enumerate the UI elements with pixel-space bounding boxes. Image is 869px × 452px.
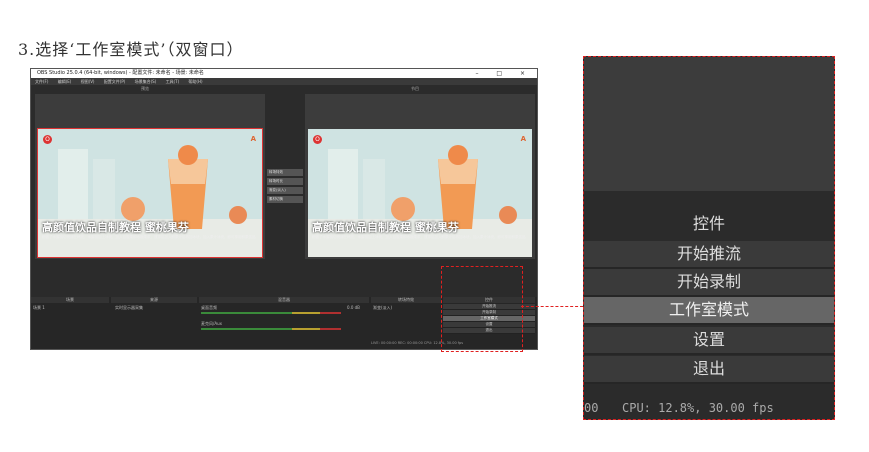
zoom-canvas-area — [584, 57, 834, 191]
overlay-description: 稍做了水蜜桃切块铺在杯底，水蜜桃加上冰块，加入百香果和冰糖果浆，搅拌后加入鲜果汁… — [312, 235, 526, 239]
mixer-track-mic: 麦克风/Aux — [201, 321, 222, 326]
transition-select[interactable]: 渐变(淡入) — [267, 187, 303, 194]
track-level: 0.0 dB — [347, 305, 360, 310]
scene-item[interactable]: 场景 1 — [33, 305, 45, 311]
tutorial-heading: 3.选择‘工作室模式’（双窗口） — [18, 40, 244, 59]
transition-button[interactable]: 转场特效 — [267, 169, 303, 176]
corner-logo-icon: A — [250, 135, 256, 143]
program-source-image: O A 高颜值饮品自制教程 蜜桃果芬 稍做了水蜜桃切块铺在杯底，水蜜桃加上冰块，… — [308, 129, 532, 257]
status-fragment: 00 — [584, 401, 599, 415]
source-item[interactable]: 实时显示器采集 — [115, 305, 143, 311]
transition-duration[interactable]: 转场时长 — [267, 178, 303, 185]
start-recording-button[interactable]: 开始录制 — [584, 269, 834, 297]
audio-meter — [201, 312, 341, 314]
zoom-dock-divider — [584, 191, 834, 209]
menu-edit[interactable]: 编辑(E) — [58, 79, 72, 84]
transitions-dock-header: 转场特效 — [371, 297, 441, 303]
sources-dock-header: 来源 — [111, 297, 197, 303]
preview-canvas[interactable]: O A 高颜值饮品自制教程 蜜桃果芬 稍做了水蜜桃切块铺在杯底，水蜜桃加上冰块，… — [35, 94, 265, 259]
preview-source-image: O A 高颜值饮品自制教程 蜜桃果芬 稍做了水蜜桃切块铺在杯底，水蜜桃加上冰块，… — [37, 128, 263, 258]
exit-button[interactable]: 退出 — [584, 356, 834, 384]
menu-help[interactable]: 帮助(H) — [188, 79, 202, 84]
start-streaming-button[interactable]: 开始推流 — [584, 241, 834, 269]
studio-mode-button[interactable]: 工作室模式 — [584, 297, 834, 325]
program-label: 节目 — [411, 86, 419, 91]
program-canvas: O A 高颜值饮品自制教程 蜜桃果芬 稍做了水蜜桃切块铺在杯底，水蜜桃加上冰块，… — [305, 94, 535, 259]
overlay-title: 高颜值饮品自制教程 蜜桃果芬 — [312, 221, 459, 234]
scenes-dock-header: 场景 — [31, 297, 109, 303]
controls-zoom-panel: 控件 开始推流 开始录制 工作室模式 设置 退出 00 CPU: 12.8%, … — [583, 56, 835, 420]
window-title: OBS Studio 25.0.4 (64-bit, windows) - 配置… — [37, 70, 204, 76]
audio-meter — [201, 328, 341, 330]
settings-button[interactable]: 设置 — [584, 327, 834, 355]
callout-connector — [521, 306, 583, 307]
overlay-description: 稍做了水蜜桃切块铺在杯底，水蜜桃加上冰块，加入百香果和冰糖果浆，搅拌后加入鲜果汁… — [42, 235, 256, 239]
preview-label: 预览 — [141, 86, 149, 91]
menu-tools[interactable]: 工具(T) — [166, 79, 180, 84]
controls-dock-title: 控件 — [584, 209, 834, 239]
window-controls[interactable]: – □ × — [475, 69, 533, 78]
menu-profile[interactable]: 配置文件(P) — [104, 79, 126, 84]
brand-logo-icon: O — [313, 135, 322, 144]
menu-bar: 文件(F) 编辑(E) 视图(V) 配置文件(P) 场景集合(S) 工具(T) … — [31, 78, 537, 85]
menu-scene-collection[interactable]: 场景集合(S) — [135, 79, 157, 84]
corner-logo-icon: A — [520, 135, 526, 143]
transition-fade-select[interactable]: 渐变(淡入) — [373, 305, 392, 311]
menu-file[interactable]: 文件(F) — [35, 79, 48, 84]
mixer-dock-header: 混音器 — [199, 297, 369, 303]
quick-transition[interactable]: 素材切换 — [267, 196, 303, 203]
title-bar: OBS Studio 25.0.4 (64-bit, windows) - 配置… — [31, 69, 537, 78]
brand-logo-icon: O — [43, 135, 52, 144]
menu-view[interactable]: 视图(V) — [81, 79, 95, 84]
cpu-fps-status: CPU: 12.8%, 30.00 fps — [622, 401, 774, 415]
overlay-title: 高颜值饮品自制教程 蜜桃果芬 — [42, 221, 189, 234]
controls-highlight-box — [441, 266, 523, 352]
mixer-track-desktop: 桌面音频 — [201, 305, 217, 310]
transition-controls: 转场特效 转场时长 渐变(淡入) 素材切换 — [267, 169, 303, 205]
